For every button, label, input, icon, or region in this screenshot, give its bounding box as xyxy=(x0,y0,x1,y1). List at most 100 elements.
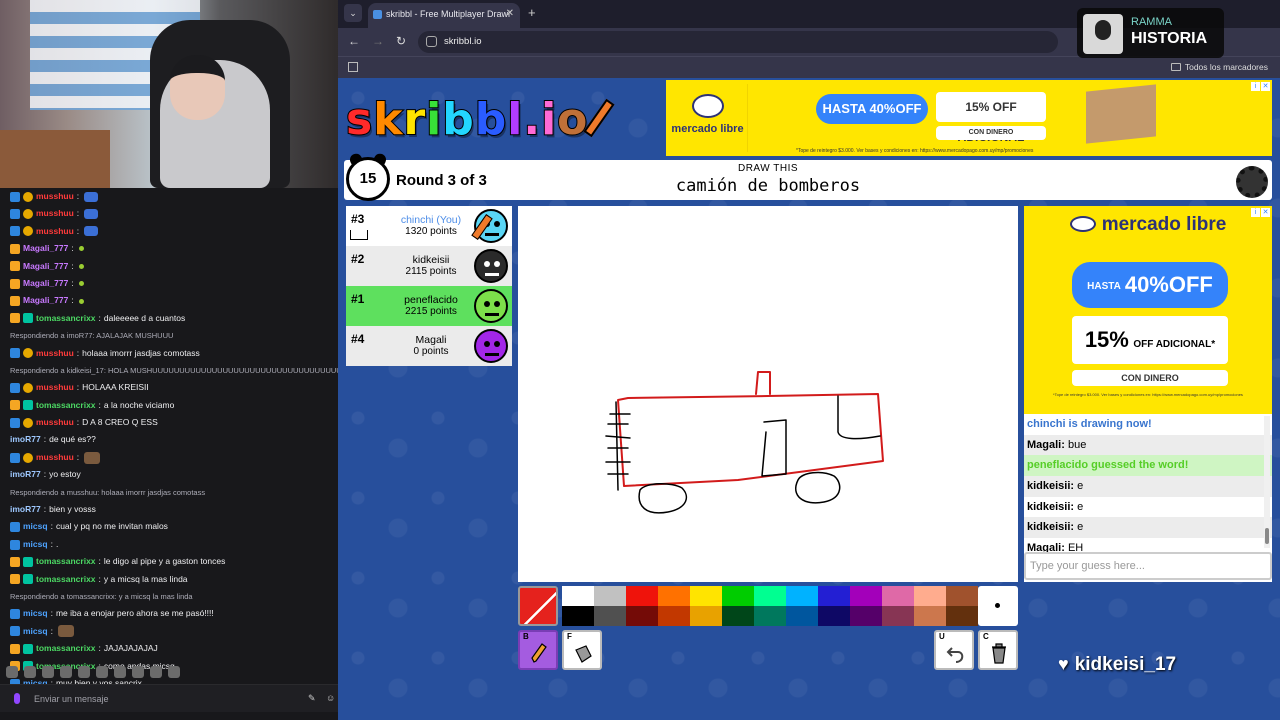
emote-icon[interactable] xyxy=(60,666,72,678)
address-bar[interactable]: skribbl.io xyxy=(418,31,1058,53)
translate-icon[interactable]: ✎ xyxy=(308,693,318,703)
chat-username[interactable]: Magali_777 xyxy=(23,275,68,292)
color-swatch[interactable] xyxy=(786,606,818,626)
color-swatch[interactable] xyxy=(722,606,754,626)
guess-input[interactable]: Type your guess here... xyxy=(1024,552,1272,580)
color-swatch[interactable] xyxy=(914,606,946,626)
scrollbar-thumb[interactable] xyxy=(1265,528,1269,544)
chat-username[interactable]: tomassancrixx xyxy=(36,640,96,657)
drawing-canvas[interactable] xyxy=(518,206,1018,582)
color-swatch[interactable] xyxy=(594,586,626,606)
chat-username[interactable]: Magali_777 xyxy=(23,240,68,257)
undo-tool-button[interactable]: U xyxy=(934,630,974,670)
color-swatch[interactable] xyxy=(690,606,722,626)
badge-icon xyxy=(10,452,20,463)
mic-icon[interactable] xyxy=(14,693,20,704)
apps-icon[interactable] xyxy=(348,62,358,72)
settings-gear-icon[interactable] xyxy=(1236,166,1268,198)
chat-username[interactable]: imoR77 xyxy=(10,466,41,483)
fill-tool-button[interactable]: F xyxy=(562,630,602,670)
color-swatch[interactable] xyxy=(562,586,594,606)
back-icon[interactable]: ← xyxy=(348,34,360,48)
color-swatch[interactable] xyxy=(882,606,914,626)
badge-icon xyxy=(23,226,33,237)
brush-tool-button[interactable]: B xyxy=(518,630,558,670)
tab-skribbl[interactable]: skribbl - Free Multiplayer Drawi ✕ xyxy=(368,3,520,28)
current-color-swatch[interactable] xyxy=(518,586,558,626)
chat-username[interactable]: tomassancrixx xyxy=(36,571,96,588)
color-swatch[interactable] xyxy=(594,606,626,626)
color-swatch[interactable] xyxy=(946,606,978,626)
chat-username[interactable]: micsq xyxy=(23,518,48,535)
brush-size-button[interactable] xyxy=(978,586,1018,626)
chat-username[interactable]: musshuu xyxy=(36,449,74,466)
emoji-icon[interactable]: ☺ xyxy=(326,693,336,703)
clear-tool-button[interactable]: C xyxy=(978,630,1018,670)
tab-search-icon[interactable]: ⌄ xyxy=(344,4,362,22)
ad-close-icon[interactable]: ✕ xyxy=(1261,208,1270,217)
ad-info-icon[interactable]: i xyxy=(1251,208,1260,217)
chat-username[interactable]: tomassancrixx xyxy=(36,397,96,414)
color-swatch[interactable] xyxy=(786,586,818,606)
color-swatch[interactable] xyxy=(754,586,786,606)
player-row[interactable]: #2 kidkeisii 2115 points xyxy=(346,246,512,286)
chat-username[interactable]: musshuu xyxy=(36,223,74,240)
color-swatch[interactable] xyxy=(658,606,690,626)
forward-icon[interactable]: → xyxy=(372,34,384,48)
chat-username[interactable]: imoR77 xyxy=(10,501,41,518)
emote-icon[interactable] xyxy=(24,666,36,678)
color-swatch[interactable] xyxy=(562,606,594,626)
player-row[interactable]: #1 peneflacido 2215 points xyxy=(346,286,512,326)
close-tab-icon[interactable]: ✕ xyxy=(506,8,514,19)
chat-username[interactable]: imoR77 xyxy=(10,431,41,448)
emote-icon[interactable] xyxy=(96,666,108,678)
player-points: 1320 points xyxy=(405,226,457,237)
new-tab-icon[interactable]: + xyxy=(528,5,536,20)
color-swatch[interactable] xyxy=(658,586,690,606)
color-swatch[interactable] xyxy=(690,586,722,606)
color-swatch[interactable] xyxy=(818,586,850,606)
site-info-icon[interactable] xyxy=(426,36,437,47)
player-row[interactable]: #3 chinchi (You) 1320 points xyxy=(346,206,512,246)
all-bookmarks[interactable]: Todos los marcadores xyxy=(1170,62,1268,72)
chat-username[interactable]: musshuu xyxy=(36,205,74,222)
chat-author: kidkeisii: xyxy=(1027,521,1075,534)
chat-username[interactable]: tomassancrixx xyxy=(36,553,96,570)
color-swatch[interactable] xyxy=(818,606,850,626)
color-swatch[interactable] xyxy=(722,586,754,606)
emote-icon[interactable] xyxy=(150,666,162,678)
chat-username[interactable]: micsq xyxy=(23,536,48,553)
color-swatch[interactable] xyxy=(882,586,914,606)
color-swatch[interactable] xyxy=(850,586,882,606)
chat-username[interactable]: musshuu xyxy=(36,414,74,431)
chat-username[interactable]: micsq xyxy=(23,605,48,622)
ad-banner-side[interactable]: mercado libre HASTA 40%OFF 15% OFF ADICIO… xyxy=(1024,206,1272,414)
emote-icon[interactable] xyxy=(114,666,126,678)
pencil-icon xyxy=(531,643,547,663)
chat-username[interactable]: musshuu xyxy=(36,188,74,205)
chat-username[interactable]: tomassancrixx xyxy=(36,310,96,327)
player-row[interactable]: #4 Magali 0 points xyxy=(346,326,512,366)
chat-username[interactable]: musshuu xyxy=(36,379,74,396)
chat-username[interactable]: micsq xyxy=(23,623,48,640)
emote-icon[interactable] xyxy=(42,666,54,678)
emote-icon[interactable] xyxy=(6,666,18,678)
emote-icon[interactable] xyxy=(168,666,180,678)
ad-banner-top[interactable]: mercado libre HASTA 40%OFF 15% OFF ADICI… xyxy=(666,80,1272,156)
emote-icon[interactable] xyxy=(78,666,90,678)
chat-input[interactable]: Enviar un mensaje ✎ ☺ xyxy=(0,684,338,712)
color-swatch[interactable] xyxy=(946,586,978,606)
ad-close-icon[interactable]: ✕ xyxy=(1261,82,1270,91)
emote-icon[interactable] xyxy=(132,666,144,678)
color-swatch[interactable] xyxy=(754,606,786,626)
chat-username[interactable]: musshuu xyxy=(36,345,74,362)
color-swatch[interactable] xyxy=(626,586,658,606)
color-swatch[interactable] xyxy=(850,606,882,626)
chat-scrollbar[interactable] xyxy=(1264,416,1270,548)
reload-icon[interactable]: ↻ xyxy=(396,34,406,48)
chat-username[interactable]: Magali_777 xyxy=(23,292,68,309)
chat-username[interactable]: Magali_777 xyxy=(23,258,68,275)
ad-info-icon[interactable]: i xyxy=(1251,82,1260,91)
color-swatch[interactable] xyxy=(914,586,946,606)
color-swatch[interactable] xyxy=(626,606,658,626)
